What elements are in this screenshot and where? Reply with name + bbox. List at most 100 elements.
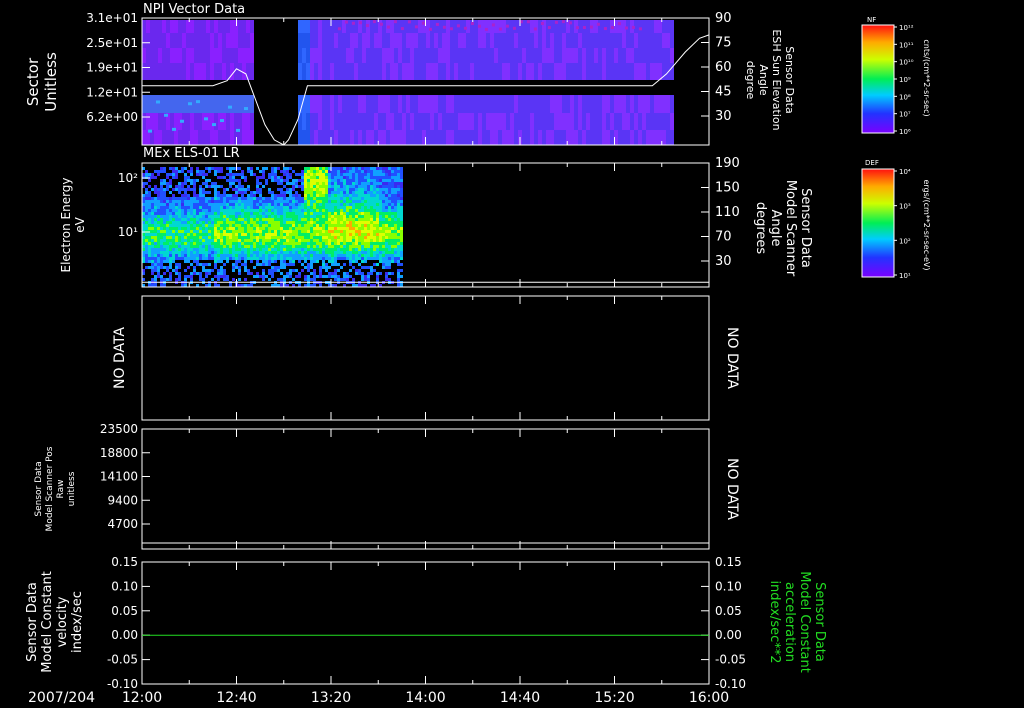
heat-cell (241, 230, 244, 233)
heat-cell (154, 203, 157, 206)
heat-cell (214, 263, 217, 266)
heat-cell (610, 25, 614, 29)
heat-cell (316, 185, 319, 188)
heat-cell (247, 224, 250, 227)
heat-cell (253, 221, 256, 224)
heat-cell (343, 278, 346, 281)
heat-cell (145, 209, 148, 212)
heat-cell (193, 227, 196, 230)
heat-cell (313, 224, 316, 227)
heat-cell (388, 182, 391, 185)
heat-cell (190, 197, 193, 200)
heat-cell (175, 239, 178, 242)
heat-cell (184, 173, 187, 176)
heat-cell (426, 33, 430, 48)
heat-cell (286, 242, 289, 245)
heat-cell (398, 95, 402, 113)
heat-cell (355, 260, 358, 263)
heat-cell (313, 269, 316, 272)
heat-cell (346, 236, 349, 239)
heat-cell (199, 263, 202, 266)
heat-cell (166, 248, 169, 251)
heat-cell (166, 242, 169, 245)
colorbar-def-unit: ergs/(cm**2-sr-sec-eV) (922, 179, 931, 270)
heat-cell (202, 33, 206, 48)
heat-cell (326, 33, 330, 48)
heat-cell (280, 206, 283, 209)
heat-cell (382, 230, 385, 233)
heat-cell (163, 209, 166, 212)
heat-cell (232, 209, 235, 212)
heat-cell (494, 20, 498, 33)
heat-cell (662, 33, 666, 48)
heat-cell (450, 63, 454, 80)
heat-cell (172, 239, 175, 242)
panel5-ylabel-line1: Sensor Data (25, 582, 40, 662)
heat-cell (211, 218, 214, 221)
heat-cell (232, 245, 235, 248)
heat-cell (190, 272, 193, 275)
heat-cell (334, 191, 337, 194)
heat-cell (271, 200, 274, 203)
heat-cell (325, 176, 328, 179)
heat-cell (310, 242, 313, 245)
heat-cell (498, 20, 502, 33)
heat-cell (244, 179, 247, 182)
heat-cell (235, 251, 238, 254)
heat-cell (262, 236, 265, 239)
heat-cell (208, 242, 211, 245)
heat-cell (229, 257, 232, 260)
heat-cell (220, 272, 223, 275)
heat-cell (232, 239, 235, 242)
heat-cell (214, 170, 217, 173)
heat-cell (234, 48, 238, 63)
heat-cell (184, 242, 187, 245)
heat-cell (352, 206, 355, 209)
heat-cell (391, 221, 394, 224)
heat-cell (346, 194, 349, 197)
heat-cell (351, 21, 355, 25)
heat-cell (322, 167, 325, 170)
heat-cell (280, 260, 283, 263)
heat-cell (232, 221, 235, 224)
heat-cell (566, 113, 570, 130)
heat-cell (498, 113, 502, 130)
heat-cell (373, 233, 376, 236)
heat-cell (247, 194, 250, 197)
heat-cell (379, 254, 382, 257)
heat-cell (232, 257, 235, 260)
heat-cell (358, 95, 362, 113)
heat-cell (366, 33, 370, 48)
heat-cell (166, 260, 169, 263)
heat-cell (151, 227, 154, 230)
heat-cell (181, 212, 184, 215)
heat-cell (214, 266, 217, 269)
heat-cell (210, 95, 214, 113)
heat-cell (238, 260, 241, 263)
heat-cell (271, 248, 274, 251)
heat-cell (184, 245, 187, 248)
heat-cell (410, 63, 414, 80)
heat-cell (169, 275, 172, 278)
heat-cell (199, 248, 202, 251)
heat-cell (265, 200, 268, 203)
heat-cell (199, 239, 202, 242)
heat-cell (196, 100, 200, 104)
heat-cell (286, 218, 289, 221)
heat-cell (658, 33, 662, 48)
heat-cell (304, 212, 307, 215)
heat-cell (286, 206, 289, 209)
heat-cell (650, 20, 654, 33)
heat-cell (277, 176, 280, 179)
heat-cell (352, 191, 355, 194)
heat-cell (586, 95, 590, 113)
heat-cell (355, 218, 358, 221)
heat-cell (220, 203, 223, 206)
heat-cell (154, 200, 157, 203)
heat-cell (364, 278, 367, 281)
heat-cell (230, 33, 234, 48)
heat-cell (244, 266, 247, 269)
heat-cell (376, 203, 379, 206)
heat-cell (175, 221, 178, 224)
heat-cell (250, 33, 254, 48)
